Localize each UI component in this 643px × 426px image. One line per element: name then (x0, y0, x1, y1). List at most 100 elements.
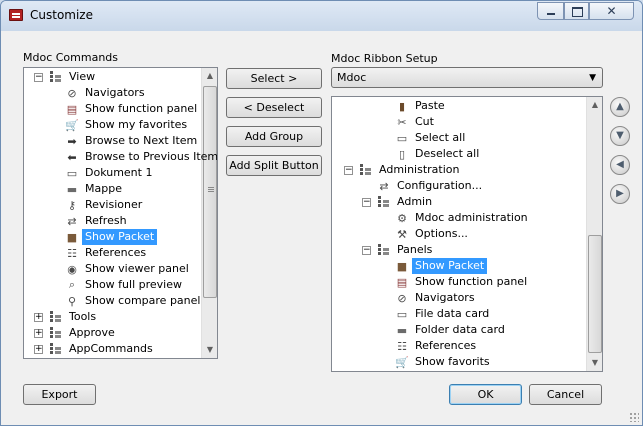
commands-tree-item[interactable]: + Approve (24, 325, 201, 341)
move-down-button[interactable]: ▼ (610, 126, 630, 146)
ribbon-tree[interactable]: ▲ ▼ ▮ Paste ✂ Cut ▭ Select all ▯ Deselect all − A… (331, 96, 603, 372)
commands-tree-item[interactable]: ⚷ Revisioner (24, 197, 201, 213)
commands-tree-item[interactable]: 🛒 Show my favorites (24, 117, 201, 133)
scroll-thumb[interactable] (203, 86, 217, 298)
function-panel-icon: ▤ (396, 275, 408, 289)
ok-button[interactable]: OK (449, 384, 522, 405)
full-preview-icon: ⌕ (68, 278, 76, 291)
gear-icon: ⚙ (397, 211, 407, 225)
ribbon-tree-item[interactable]: ■ Show Packet (332, 258, 586, 274)
arrow-down-icon: ▼ (616, 130, 624, 141)
scroll-down-icon[interactable]: ▼ (202, 342, 217, 358)
commands-tree-item[interactable]: + AppCommands (24, 341, 201, 357)
arrow-right-icon: ➡ (67, 134, 77, 148)
commands-tree-item[interactable]: ■ Show Packet (24, 229, 201, 245)
ribbon-tree-item[interactable]: − Admin (332, 194, 586, 210)
arrow-left-icon: ◀ (616, 159, 624, 170)
commands-tree-item-label: AppCommands (69, 342, 153, 355)
ribbon-scrollbar[interactable]: ▲ ▼ (586, 97, 602, 371)
ribbon-tree-item[interactable]: ▭ Select all (332, 130, 586, 146)
expand-icon[interactable]: + (34, 313, 43, 322)
compare-icon: ⚲ (67, 294, 77, 308)
ribbon-tree-item[interactable]: ⚒ Options... (332, 226, 586, 242)
expand-icon[interactable]: + (34, 329, 43, 338)
ribbon-tree-item[interactable]: ▭ File data card (332, 306, 586, 322)
minimize-button[interactable] (537, 2, 564, 20)
commands-scrollbar[interactable]: ▲ ▼ (201, 68, 217, 358)
add-split-button[interactable]: Add Split Button (226, 155, 322, 176)
move-up-button[interactable]: ▲ (610, 97, 630, 117)
ribbon-tree-item[interactable]: ▤ Show function panel (332, 274, 586, 290)
ribbon-tree-item[interactable]: ▯ Deselect all (332, 146, 586, 162)
commands-tree-item[interactable]: ⊘ Navigators (24, 85, 201, 101)
commands-tree-item[interactable]: ⚲ Show compare panel (24, 293, 201, 309)
commands-tree-item[interactable]: ▭ Dokument 1 (24, 165, 201, 181)
ribbon-tree-item-label: Admin (397, 195, 433, 208)
app-icon (9, 9, 23, 21)
scroll-up-icon[interactable]: ▲ (587, 97, 602, 113)
paste-icon: ▮ (398, 99, 406, 113)
document-icon: ▭ (396, 131, 408, 145)
ribbon-tree-item[interactable]: − Administration (332, 162, 586, 178)
arrow-left-icon: ⬅ (67, 150, 77, 164)
ribbon-tree-item[interactable]: ▬ Folder data card (332, 322, 586, 338)
ribbon-tree-item-label: Configuration... (397, 179, 483, 192)
ribbon-combo[interactable]: Mdoc ▼ (331, 67, 603, 88)
commands-tree-item[interactable]: + Tools (24, 309, 201, 325)
maximize-button[interactable] (564, 2, 589, 20)
collapse-icon[interactable]: − (362, 246, 371, 255)
customize-window: Customize ✕ Mdoc Commands Mdoc Ribbon Se… (0, 0, 643, 426)
move-left-button[interactable]: ◀ (610, 155, 630, 175)
tree-node-icon (48, 70, 64, 84)
commands-tree-item[interactable]: ⌕ Show full preview (24, 277, 201, 293)
references-icon: ☷ (67, 246, 77, 260)
commands-tree[interactable]: ▲ ▼ − View ⊘ Navigators ▤ Show function panel… (23, 67, 218, 359)
commands-tree-item-label: Refresh (85, 214, 127, 227)
commands-tree-item-label: Show Packet (82, 229, 158, 245)
commands-tree-item[interactable]: ▤ Show function panel (24, 101, 201, 117)
collapse-icon[interactable]: − (344, 166, 353, 175)
ribbon-tree-item[interactable]: ▮ Paste (332, 98, 586, 114)
deselect-button[interactable]: < Deselect (226, 97, 322, 118)
commands-tree-item[interactable]: ▬ Mappe (24, 181, 201, 197)
add-group-button[interactable]: Add Group (226, 126, 322, 147)
commands-tree-item[interactable]: ◉ Show viewer panel (24, 261, 201, 277)
commands-tree-item[interactable]: ⇄ Refresh (24, 213, 201, 229)
scroll-thumb[interactable] (588, 235, 602, 353)
commands-tree-item-label: Browse to Next Item (85, 134, 198, 147)
commands-tree-item-label: View (69, 70, 96, 83)
folder-icon: ▬ (396, 323, 408, 337)
collapse-icon[interactable]: − (34, 73, 43, 82)
scroll-up-icon[interactable]: ▲ (202, 68, 217, 84)
scroll-down-icon[interactable]: ▼ (587, 355, 602, 371)
commands-tree-item[interactable]: ⬅ Browse to Previous Item (24, 149, 217, 165)
commands-tree-item-label: Revisioner (85, 198, 143, 211)
ribbon-tree-item[interactable]: 🛒 Show favorits (332, 354, 586, 370)
favorites-cart-icon: 🛒 (65, 118, 79, 132)
export-button[interactable]: Export (23, 384, 96, 405)
commands-tree-item[interactable]: − View (24, 69, 201, 85)
ribbon-tree-item[interactable]: ⇄ Configuration... (332, 178, 586, 194)
close-button[interactable]: ✕ (589, 2, 634, 20)
commands-tree-item[interactable]: ➡ Browse to Next Item (24, 133, 201, 149)
ribbon-tree-item-label: Navigators (415, 291, 475, 304)
ribbon-tree-item-label: Show Packet (412, 258, 488, 274)
ribbon-tree-item[interactable]: ☷ References (332, 338, 586, 354)
tree-node-icon (48, 342, 64, 356)
references-icon: ☷ (397, 339, 407, 353)
move-right-button[interactable]: ▶ (610, 184, 630, 204)
ribbon-tree-item[interactable]: − Panels (332, 242, 586, 258)
title-bar[interactable]: Customize ✕ (1, 1, 642, 31)
expand-icon[interactable]: + (34, 345, 43, 354)
commands-tree-item[interactable]: ☷ References (24, 245, 201, 261)
ribbon-tree-item[interactable]: ⊘ Navigators (332, 290, 586, 306)
select-button[interactable]: Select > (226, 68, 322, 89)
ribbon-tree-item[interactable]: ✂ Cut (332, 114, 586, 130)
commands-tree-item-label: Tools (69, 310, 97, 323)
ribbon-tree-item[interactable]: ⚙ Mdoc administration (332, 210, 586, 226)
ribbon-tree-item-label: Panels (397, 243, 433, 256)
tree-node-icon (48, 310, 64, 324)
cancel-button[interactable]: Cancel (529, 384, 602, 405)
resize-grip[interactable] (629, 412, 639, 422)
collapse-icon[interactable]: − (362, 198, 371, 207)
